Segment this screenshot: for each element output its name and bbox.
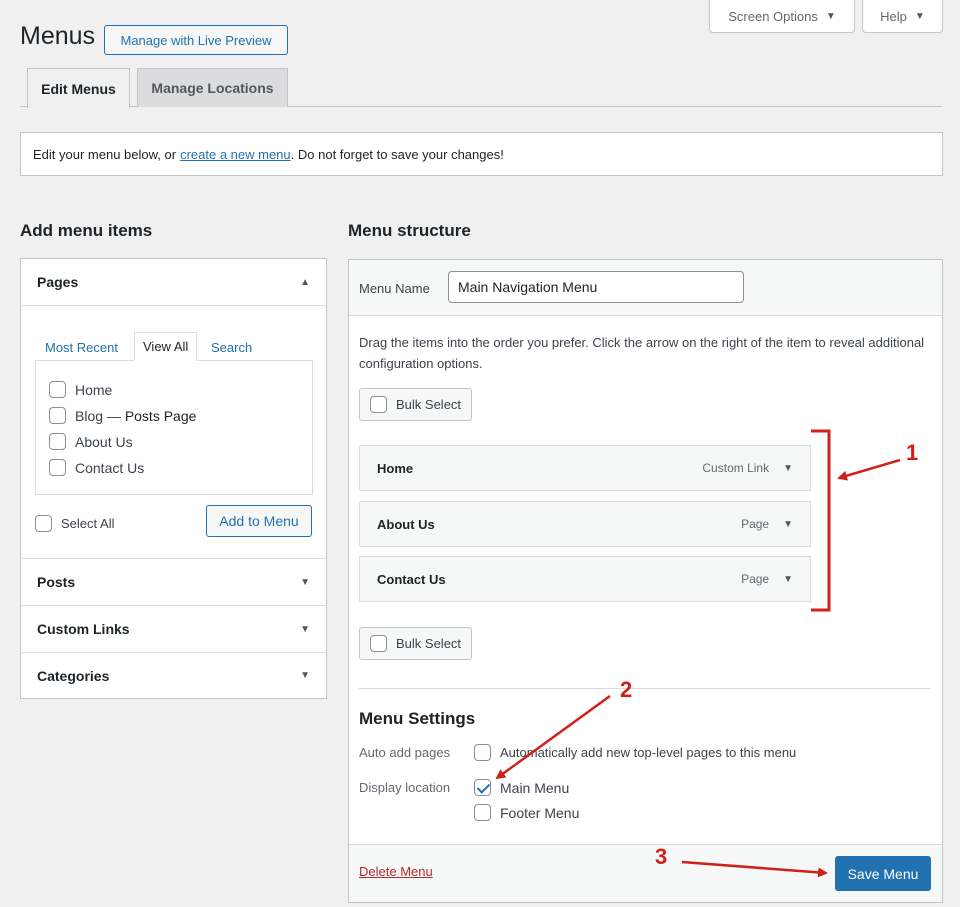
page-option-label: About Us [75,433,133,450]
pages-section-title: Pages [37,274,79,290]
section-title: Posts [37,574,76,590]
checkbox[interactable] [49,459,66,476]
auto-add-option-label: Automatically add new top-level pages to… [500,745,797,760]
tab-most-recent[interactable]: Most Recent [45,333,118,361]
menu-item-contact-us[interactable]: Contact Us Page ▼ [359,556,811,602]
bulk-select-label: Bulk Select [396,397,462,412]
menu-item-title: Contact Us [377,571,446,587]
page-option-blog[interactable]: Blog — Posts Page [49,407,196,424]
section-title: Custom Links [37,621,130,637]
caret-down-icon[interactable]: ▼ [783,463,793,474]
page-option-label: Blog — Posts Page [75,407,197,424]
menu-item-type: Custom Link [702,461,770,475]
add-menu-items-heading: Add menu items [20,221,153,240]
display-location-label: Display location [359,780,451,795]
pages-section-header[interactable]: Pages ▲ [21,259,326,306]
delete-menu-link[interactable]: Delete Menu [359,864,433,879]
checkbox[interactable] [49,407,66,424]
checkbox[interactable] [474,804,491,821]
select-all-option[interactable]: Select All [35,515,114,532]
menu-item-type: Page [741,572,770,586]
bulk-select-button-top[interactable]: Bulk Select [359,388,473,421]
caret-down-icon: ▼ [300,670,310,681]
page-option-label: Home [75,381,113,398]
notice-text-after: . Do not forget to save your changes! [290,146,504,162]
annotation-number-3: 3 [655,844,668,869]
tab-edit-menus[interactable]: Edit Menus [27,68,130,108]
create-new-menu-link[interactable]: create a new menu [180,147,291,162]
drag-instructions: Drag the items into the order you prefer… [359,335,925,371]
add-items-panel: Pages ▲ Most Recent View All Search Home… [20,258,327,699]
menu-item-type: Page [741,517,770,531]
caret-down-icon: ▼ [825,10,836,22]
select-all-label: Select All [61,516,115,531]
page-option-home[interactable]: Home [49,381,112,398]
menu-item-about-us[interactable]: About Us Page ▼ [359,501,811,547]
checkbox[interactable] [49,433,66,450]
tab-manage-locations[interactable]: Manage Locations [137,68,288,107]
screen-options-label: Screen Options [728,8,818,24]
checkbox[interactable] [35,515,52,532]
section-title: Categories [37,667,110,684]
categories-section-header[interactable]: Categories ▼ [21,652,326,698]
caret-up-icon: ▲ [300,276,310,288]
caret-down-icon[interactable]: ▼ [783,519,793,530]
menu-item-title: About Us [377,516,435,532]
notice-text-before: Edit your menu below, or [33,146,177,162]
screen-options-button[interactable]: Screen Options ▼ [709,0,855,33]
checkbox[interactable] [49,381,66,398]
location-footer-menu[interactable]: Footer Menu [474,804,579,821]
caret-down-icon[interactable]: ▼ [783,574,793,585]
help-label: Help [880,8,907,24]
caret-down-icon: ▼ [300,576,310,588]
menu-name-input[interactable] [448,271,744,303]
location-main-menu[interactable]: Main Menu [474,779,569,796]
menu-settings-heading: Menu Settings [359,709,476,728]
page-title: Menus [20,22,96,50]
checkbox[interactable] [370,396,387,413]
menu-name-label: Menu Name [359,281,430,296]
annotation-number-2: 2 [620,677,633,702]
tab-view-all[interactable]: View All [134,332,198,361]
bulk-select-label: Bulk Select [396,636,462,651]
caret-down-icon: ▼ [300,623,310,635]
caret-down-icon: ▼ [914,10,925,22]
checkbox[interactable] [370,635,387,652]
settings-divider [359,688,931,689]
checkbox[interactable] [474,744,491,761]
menu-item-home[interactable]: Home Custom Link ▼ [359,445,811,491]
save-menu-button[interactable]: Save Menu [835,856,931,891]
page-option-about-us[interactable]: About Us [49,433,133,450]
posts-section-header[interactable]: Posts ▼ [21,558,326,605]
page-option-contact-us[interactable]: Contact Us [49,459,144,476]
menu-item-title: Home [377,460,414,476]
auto-add-option[interactable]: Automatically add new top-level pages to… [474,744,796,761]
live-preview-button[interactable]: Manage with Live Preview [104,25,288,55]
auto-add-label: Auto add pages [359,745,451,760]
page-option-label: Contact Us [75,459,145,476]
menu-structure-heading: Menu structure [348,221,471,240]
location-label: Main Menu [500,779,570,796]
custom-links-section-header[interactable]: Custom Links ▼ [21,605,326,652]
add-to-menu-button[interactable]: Add to Menu [206,505,312,537]
help-button[interactable]: Help ▼ [862,0,943,33]
location-label: Footer Menu [500,804,580,821]
checkbox-checked[interactable] [474,779,491,796]
tab-search[interactable]: Search [211,333,252,361]
annotation-number-1: 1 [906,440,919,465]
notice-box: Edit your menu below, or create a new me… [20,132,943,176]
bulk-select-button-bottom[interactable]: Bulk Select [359,627,473,660]
